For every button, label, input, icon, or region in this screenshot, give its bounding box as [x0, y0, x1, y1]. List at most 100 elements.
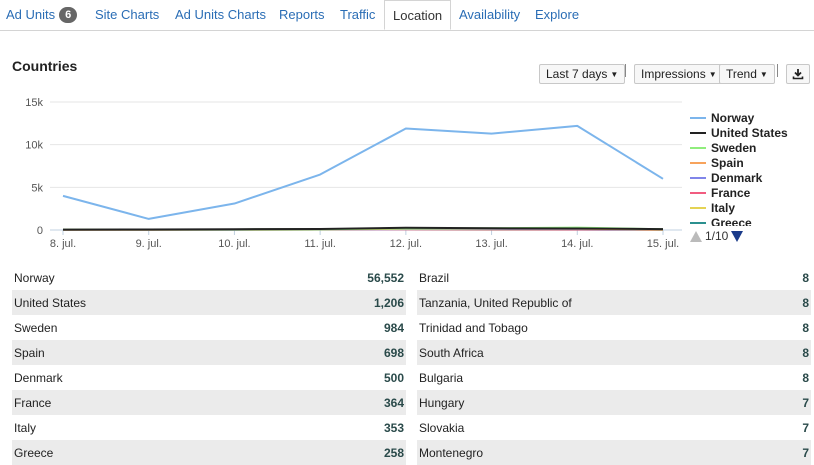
divider	[777, 64, 778, 77]
legend-item[interactable]: Denmark	[690, 170, 814, 185]
legend-next-arrow-icon[interactable]	[731, 231, 743, 242]
x-tick-label: 8. jul.	[50, 238, 76, 250]
impressions-value: 364	[384, 396, 404, 410]
legend-item[interactable]: Norway	[690, 110, 814, 125]
legend-swatch	[690, 162, 706, 164]
legend-label: France	[711, 186, 750, 200]
legend-item[interactable]: Italy	[690, 200, 814, 215]
legend-pager: 1/10	[690, 229, 743, 243]
legend-swatch	[690, 177, 706, 179]
country-name: France	[14, 396, 51, 410]
country-name: Montenegro	[419, 446, 483, 460]
country-name: Italy	[14, 421, 36, 435]
legend-swatch	[690, 117, 706, 119]
table-row[interactable]: Bulgaria8	[417, 365, 811, 390]
chart-legend: NorwayUnited StatesSwedenSpainDenmarkFra…	[690, 110, 814, 226]
table-row[interactable]: Slovakia7	[417, 415, 811, 440]
impressions-value: 56,552	[367, 271, 404, 285]
country-name: United States	[14, 296, 86, 310]
impressions-value: 698	[384, 346, 404, 360]
impressions-value: 500	[384, 371, 404, 385]
series-line-united-states[interactable]	[63, 228, 663, 230]
country-name: Slovakia	[419, 421, 464, 435]
legend-item[interactable]: United States	[690, 125, 814, 140]
country-name: Sweden	[14, 321, 57, 335]
country-name: Tanzania, United Republic of	[419, 296, 572, 310]
x-tick-label: 14. jul.	[561, 238, 593, 250]
table-row[interactable]: Brazil 8	[417, 265, 811, 290]
table-row[interactable]: Spain 698	[12, 340, 406, 365]
impressions-value: 8	[802, 321, 809, 335]
x-tick-label: 12. jul.	[390, 238, 422, 250]
legend-swatch	[690, 192, 706, 194]
country-name: Greece	[14, 446, 53, 460]
impressions-value: 8	[802, 271, 809, 285]
impressions-value: 984	[384, 321, 404, 335]
x-tick-label: 13. jul.	[475, 238, 507, 250]
table-row[interactable]: Tanzania, United Republic of 8	[417, 290, 811, 315]
legend-item[interactable]: Spain	[690, 155, 814, 170]
country-name: Denmark	[14, 371, 63, 385]
impressions-value: 8	[802, 296, 809, 310]
impressions-value: 1,206	[374, 296, 404, 310]
y-tick-label: 10k	[25, 140, 43, 152]
impressions-value: 353	[384, 421, 404, 435]
countries-table-left: Norway56,552United States1,206Sweden984S…	[12, 265, 406, 465]
series-line-norway[interactable]	[63, 126, 663, 219]
legend-item[interactable]: France	[690, 185, 814, 200]
impressions-value: 7	[802, 396, 809, 410]
chevron-down-icon: ▼	[760, 70, 768, 79]
country-name: Spain	[14, 346, 45, 360]
download-button[interactable]	[786, 64, 810, 84]
x-tick-label: 15. jul.	[647, 238, 679, 250]
countries-table-right: Brazil8Tanzania, United Republic of8Trin…	[417, 265, 811, 465]
country-name: South Africa	[419, 346, 484, 360]
country-name: Trinidad and Tobago	[419, 321, 528, 335]
country-name: Hungary	[419, 396, 464, 410]
legend-label: Denmark	[711, 171, 762, 185]
country-name: Brazil	[419, 271, 449, 285]
table-row[interactable]: Norway 56,552	[12, 265, 406, 290]
download-icon	[792, 68, 804, 80]
table-row[interactable]: South Africa 8	[417, 340, 811, 365]
x-tick-label: 9. jul.	[136, 238, 162, 250]
chevron-down-icon: ▼	[709, 70, 717, 79]
legend-label: Greece	[711, 216, 752, 227]
x-axis: 8. jul. 9. jul. 10. jul. 11. jul. 12. jul. 13…	[50, 230, 679, 250]
x-tick-label: 11. jul.	[304, 238, 336, 250]
y-axis: 15k 10k 5k 0	[25, 97, 43, 237]
impressions-value: 7	[802, 446, 809, 460]
table-row[interactable]: Denmark 500	[12, 365, 406, 390]
legend-label: United States	[711, 126, 788, 140]
legend-item[interactable]: Greece	[690, 215, 814, 226]
legend-swatch	[690, 222, 706, 224]
table-row[interactable]: Sweden 984	[12, 315, 406, 340]
y-tick-label: 5k	[31, 182, 43, 194]
table-row[interactable]: Montenegro 7	[417, 440, 811, 465]
table-row[interactable]: France 364	[12, 390, 406, 415]
legend-swatch	[690, 132, 706, 134]
table-row[interactable]: Trinidad and Tobago 8	[417, 315, 811, 340]
country-name: Norway	[14, 271, 55, 285]
x-tick-label: 10. jul.	[218, 238, 250, 250]
legend-label: Spain	[711, 156, 744, 170]
y-tick-label: 0	[37, 225, 43, 237]
view-label: Trend	[726, 67, 757, 81]
chart-series	[63, 126, 663, 230]
y-tick-label: 15k	[25, 97, 43, 109]
view-dropdown[interactable]: Trend▼	[719, 64, 775, 84]
legend-swatch	[690, 147, 706, 149]
legend-label: Sweden	[711, 141, 756, 155]
chart-grid	[50, 102, 682, 230]
table-row[interactable]: United States 1,206	[12, 290, 406, 315]
table-row[interactable]: Greece258	[12, 440, 406, 465]
impressions-value: 8	[802, 371, 809, 385]
countries-trend-chart: 15k 10k 5k 0 8. jul. 9. jul. 10. jul. 11. jul.…	[0, 0, 690, 260]
legend-label: Norway	[711, 111, 754, 125]
legend-swatch	[690, 207, 706, 209]
legend-prev-arrow-icon[interactable]	[690, 231, 702, 242]
impressions-value: 8	[802, 346, 809, 360]
table-row[interactable]: Hungary 7	[417, 390, 811, 415]
table-row[interactable]: Italy 353	[12, 415, 406, 440]
legend-item[interactable]: Sweden	[690, 140, 814, 155]
